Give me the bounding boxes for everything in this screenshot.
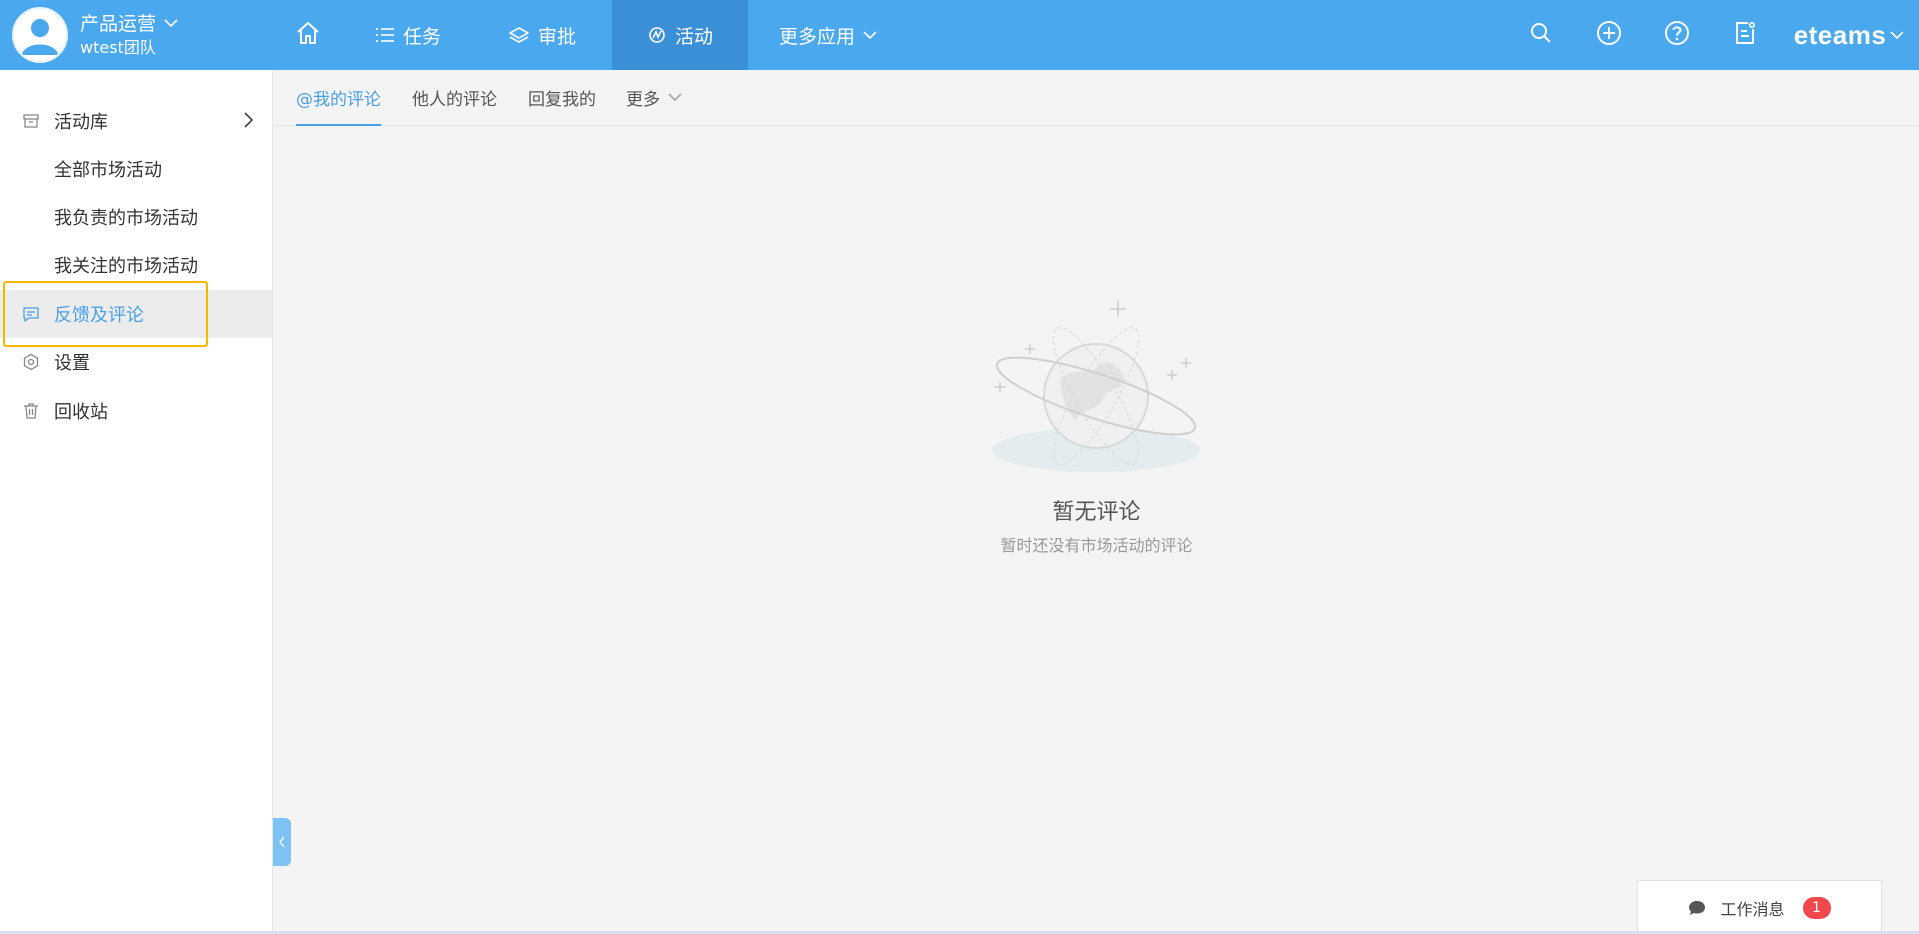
work-messages-label: 工作消息 <box>1720 899 1785 919</box>
top-right-tools: eteams <box>1507 0 1919 70</box>
sidebar-item-recycle-bin[interactable]: 回收站 <box>0 387 272 435</box>
tab-my-comments[interactable]: @我的评论 <box>296 70 381 126</box>
nav-activity[interactable]: 活动 <box>612 0 748 70</box>
tab-label: @我的评论 <box>296 89 381 110</box>
tab-label: 他人的评论 <box>412 90 497 110</box>
sidebar-item-label: 反馈及评论 <box>54 305 144 326</box>
layers-icon <box>508 26 530 44</box>
nav-more-label: 更多应用 <box>778 25 855 48</box>
sidebar-item-label: 我关注的市场活动 <box>54 256 198 277</box>
nav-task-label: 任务 <box>402 25 441 48</box>
sidebar-item-feedback-comments[interactable]: 反馈及评论 <box>0 290 272 338</box>
main-nav: 任务 审批 活动 更多应用 <box>272 0 908 70</box>
work-messages-button[interactable]: 工作消息 1 <box>1637 880 1882 934</box>
sidebar-item-my-responsible[interactable]: 我负责的市场活动 <box>0 193 272 241</box>
nav-more-apps[interactable]: 更多应用 <box>748 0 908 70</box>
archive-box-icon <box>22 112 40 130</box>
tab-label: 更多 <box>626 90 660 110</box>
nav-approve[interactable]: 审批 <box>472 0 612 70</box>
brand-menu[interactable]: eteams <box>1779 0 1919 70</box>
chevron-right-icon <box>242 111 254 134</box>
unread-count-badge: 1 <box>1802 896 1831 919</box>
settings-hex-icon <box>22 353 40 371</box>
sidebar-item-all-activities[interactable]: 全部市场活动 <box>0 145 272 193</box>
search-button[interactable] <box>1507 0 1575 70</box>
planet-empty-illustration <box>990 296 1210 476</box>
nav-approve-label: 审批 <box>537 25 576 48</box>
tab-label: 回复我的 <box>528 90 596 110</box>
brand-logo: eteams <box>1793 19 1887 50</box>
chevron-down-icon <box>1890 30 1904 40</box>
nav-home[interactable] <box>272 0 344 70</box>
chat-bubble-icon <box>1688 900 1706 916</box>
sidebar-collapse-handle[interactable] <box>273 818 291 866</box>
chevron-down-icon <box>164 10 178 34</box>
chevron-left-icon <box>278 833 286 852</box>
sidebar-item-label: 回收站 <box>54 402 108 423</box>
team-name-label: 产品运营 <box>80 13 157 35</box>
team-subtitle: wtest团队 <box>80 38 156 57</box>
nav-task[interactable]: 任务 <box>344 0 472 70</box>
comment-tabs: @我的评论 他人的评论 回复我的 更多 <box>274 70 1919 126</box>
empty-state-subtitle: 暂时还没有市场活动的评论 <box>1000 536 1193 555</box>
help-button[interactable] <box>1643 0 1711 70</box>
comment-icon <box>22 305 40 323</box>
tab-replies-to-me[interactable]: 回复我的 <box>528 70 596 125</box>
team-switcher[interactable]: 产品运营 <box>80 10 178 36</box>
sidebar-item-activity-library[interactable]: 活动库 <box>0 97 272 145</box>
chevron-down-icon <box>668 93 682 102</box>
plus-circle-icon <box>1596 20 1622 50</box>
add-button[interactable] <box>1575 0 1643 70</box>
tab-more[interactable]: 更多 <box>626 70 682 125</box>
search-icon <box>1529 21 1553 49</box>
notes-button[interactable] <box>1711 0 1779 70</box>
chevron-down-icon <box>863 30 877 40</box>
top-navigation-bar: 产品运营 wtest团队 任务 审批 活动 更多应用 eteams <box>0 0 1919 70</box>
notes-icon <box>1732 20 1758 50</box>
sidebar-item-label: 全部市场活动 <box>54 160 162 181</box>
sidebar-item-settings[interactable]: 设置 <box>0 338 272 386</box>
sidebar-item-label: 我负责的市场活动 <box>54 208 198 229</box>
sidebar-item-label: 活动库 <box>54 112 108 133</box>
list-icon <box>375 26 395 44</box>
trash-icon <box>22 402 40 420</box>
nav-activity-label: 活动 <box>674 25 713 48</box>
help-icon <box>1664 20 1690 50</box>
tab-others-comments[interactable]: 他人的评论 <box>412 70 497 125</box>
avatar[interactable] <box>12 7 68 63</box>
sidebar-item-label: 设置 <box>54 353 90 374</box>
empty-state-title: 暂无评论 <box>1052 500 1141 525</box>
home-icon <box>295 20 321 51</box>
activity-icon <box>647 25 667 45</box>
sidebar-item-my-followed[interactable]: 我关注的市场活动 <box>0 241 272 289</box>
